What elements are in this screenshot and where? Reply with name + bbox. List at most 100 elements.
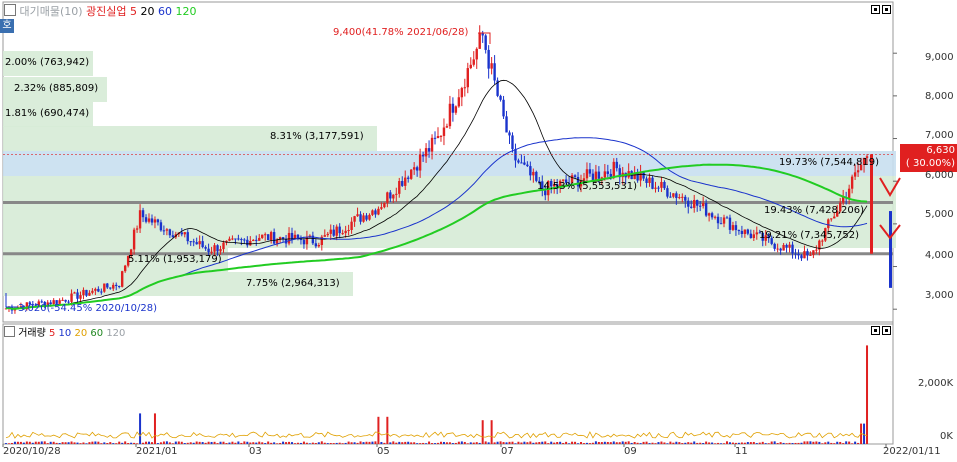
- window-button[interactable]: [882, 5, 891, 14]
- candle-body: [743, 229, 747, 235]
- candle-body: [305, 236, 309, 245]
- candle-body: [779, 248, 782, 251]
- candle-body: [645, 178, 648, 183]
- volume-bar: [5, 443, 7, 444]
- volume-bar: [803, 441, 806, 444]
- volume-bar: [356, 442, 359, 444]
- candle-body: [344, 230, 347, 234]
- volume-bar: [255, 442, 258, 444]
- candle-body: [88, 292, 91, 296]
- volume-legend: 거래량 5 10 20 60 120: [4, 326, 125, 341]
- volume-bar: [743, 442, 746, 444]
- volume-bar: [460, 441, 463, 444]
- volume-bar: [806, 441, 809, 444]
- legend-volume[interactable]: 거래량: [18, 328, 46, 339]
- candle-body: [266, 234, 270, 241]
- candle-body: [704, 203, 708, 216]
- candle-body: [404, 177, 407, 186]
- volume-bar: [642, 441, 645, 444]
- candle-body: [70, 293, 73, 302]
- volume-bar: [291, 442, 294, 444]
- window-button[interactable]: [871, 326, 880, 335]
- legend-ma60[interactable]: 60: [158, 5, 172, 18]
- candle-body: [713, 216, 717, 218]
- volume-bar: [541, 441, 544, 444]
- volume-bar: [687, 442, 690, 444]
- volume-bar: [621, 441, 624, 444]
- volume-bar: [797, 442, 800, 444]
- candle-body: [466, 68, 469, 88]
- legend-vol20[interactable]: 20: [74, 328, 87, 339]
- volume-bar: [487, 442, 490, 444]
- candle-body: [850, 176, 854, 189]
- volume-bar: [606, 441, 609, 444]
- volume-bar: [398, 441, 401, 444]
- candle-body: [588, 169, 592, 174]
- y-tick-label: 6,000: [925, 170, 954, 181]
- window-button[interactable]: [882, 326, 891, 335]
- volume-bar: [723, 443, 726, 444]
- volume-bar: [484, 441, 487, 444]
- volume-bar: [296, 442, 299, 444]
- candle-body: [520, 162, 523, 164]
- menu-icon[interactable]: [4, 4, 16, 16]
- candle-body: [243, 239, 246, 241]
- legend-supply[interactable]: 대기매물(10): [20, 5, 83, 18]
- volume-bar: [815, 441, 818, 444]
- supply-band-label: 14.53% (5,553,531): [537, 181, 638, 192]
- legend-vol5[interactable]: 5: [49, 328, 55, 339]
- volume-bar: [115, 443, 118, 444]
- legend-ma20[interactable]: 20: [141, 5, 155, 18]
- volume-bar: [371, 441, 374, 444]
- volume-bar: [708, 442, 711, 444]
- candle-body: [272, 232, 276, 244]
- candle-body: [657, 187, 660, 189]
- volume-menu-icon[interactable]: [4, 326, 15, 337]
- volume-bar: [267, 441, 270, 444]
- volume-bar: [764, 443, 767, 444]
- candle-body: [847, 188, 851, 199]
- stock-chart: 대기매물(10) 광진실업 5 20 60 120 호 2.00% (763,9…: [0, 0, 957, 459]
- volume-bar: [612, 441, 615, 444]
- supply-band-label: 2.00% (763,942): [5, 57, 90, 68]
- volume-bar: [434, 443, 437, 444]
- supply-band-label: 19.21% (7,345,752): [759, 230, 860, 241]
- candle-body: [651, 177, 654, 189]
- side-tab[interactable]: 호: [0, 19, 14, 33]
- legend-vol120[interactable]: 120: [106, 328, 125, 339]
- volume-bar: [31, 442, 34, 444]
- volume-bar: [496, 441, 499, 444]
- current-change: ( 30.00%): [905, 158, 955, 169]
- volume-bar: [535, 442, 538, 444]
- volume-bar: [148, 441, 151, 444]
- volume-bar: [824, 442, 827, 444]
- volume-bar: [594, 441, 597, 444]
- candle-body: [481, 33, 484, 36]
- candle-body: [168, 229, 172, 236]
- candle-body: [773, 243, 776, 249]
- volume-bar: [210, 441, 213, 444]
- volume-bar: [657, 442, 660, 444]
- window-button[interactable]: [871, 5, 880, 14]
- candle-body: [451, 103, 455, 113]
- candle-body: [719, 223, 723, 225]
- legend-vol10[interactable]: 10: [59, 328, 72, 339]
- volume-bar: [588, 443, 591, 444]
- candle-body: [856, 170, 860, 173]
- legend-vol60[interactable]: 60: [90, 328, 103, 339]
- volume-bar: [43, 441, 46, 444]
- candle-body: [261, 234, 264, 238]
- legend-ma120[interactable]: 120: [176, 5, 197, 18]
- candle-body: [144, 217, 148, 222]
- legend-stock[interactable]: 광진실업: [86, 5, 126, 18]
- volume-bar: [270, 442, 273, 444]
- candle-body: [853, 172, 857, 177]
- legend-ma5[interactable]: 5: [130, 5, 137, 18]
- volume-bar: [61, 442, 64, 444]
- candle-body: [710, 213, 714, 218]
- volume-bar: [374, 441, 377, 444]
- volume-bar: [848, 441, 851, 444]
- candle-body: [150, 218, 154, 223]
- candle-body: [112, 284, 115, 289]
- volume-bar: [380, 441, 383, 444]
